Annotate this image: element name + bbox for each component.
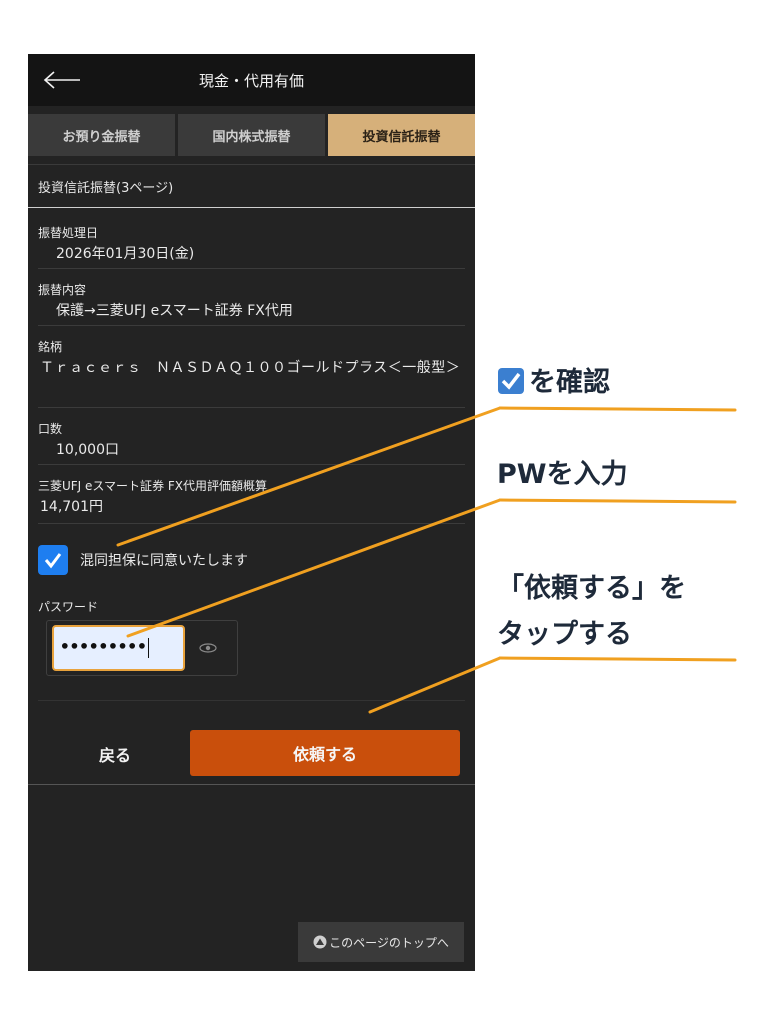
annotation-underline-check (498, 406, 737, 412)
annotation-submit-line1: 「依頼する」を (497, 573, 686, 604)
field-value: Ｔｒａｃｅｒｓ ＮＡＳＤＡＱ１００ゴールドプラス＜一般型＞ (40, 360, 461, 376)
tab-investment-trust-transfer[interactable]: 投資信託振替 (328, 114, 475, 156)
annotation-submit-line2: タップする (497, 619, 632, 650)
checkbox-checked-icon (498, 368, 524, 394)
annotation-password: PWを入力 (497, 459, 628, 490)
app-header: 現金・代用有価 (28, 54, 475, 106)
transfer-details: 振替処理日 2026年01月30日(金) 振替内容 保護→三菱UFJ eスマート… (38, 222, 465, 524)
checkmark-icon (44, 553, 62, 569)
back-button[interactable]: 戻る (70, 732, 160, 776)
field-label: 振替内容 (38, 283, 87, 297)
consent-row: 混同担保に同意いたします (38, 542, 248, 578)
password-masked-value: ••••••••• (60, 637, 147, 656)
divider (38, 700, 465, 701)
password-field-group: ••••••••• (46, 620, 238, 676)
field-label: 三菱UFJ eスマート証券 FX代用評価額概算 (38, 479, 268, 493)
tab-bar: お預り金振替 国内株式振替 投資信託振替 (28, 114, 475, 156)
annotation-underline-submit (498, 656, 737, 662)
eye-icon[interactable] (197, 641, 219, 655)
field-valuation: 三菱UFJ eスマート証券 FX代用評価額概算 14,701円 (38, 465, 465, 524)
password-input[interactable]: ••••••••• (52, 625, 185, 671)
field-value: 保護→三菱UFJ eスマート証券 FX代用 (56, 303, 293, 319)
page-top-link-label: このページのトップへ (329, 935, 449, 950)
field-processing-date: 振替処理日 2026年01月30日(金) (38, 222, 465, 269)
field-value: 10,000口 (56, 442, 119, 458)
field-value: 14,701円 (40, 499, 103, 515)
field-value: 2026年01月30日(金) (56, 246, 195, 262)
page-top-link[interactable]: このページのトップへ (298, 922, 464, 962)
annotation-check-text: を確認 (529, 367, 610, 398)
field-label: 口数 (38, 422, 63, 436)
field-label: 銘柄 (38, 340, 63, 354)
field-fund-name: 銘柄 Ｔｒａｃｅｒｓ ＮＡＳＤＡＱ１００ゴールドプラス＜一般型＞ (38, 326, 465, 408)
field-units: 口数 10,000口 (38, 408, 465, 465)
submit-request-button[interactable]: 依頼する (190, 730, 460, 776)
up-triangle-icon (313, 935, 327, 949)
header-title: 現金・代用有価 (198, 72, 304, 90)
tab-domestic-stock-transfer[interactable]: 国内株式振替 (178, 114, 325, 156)
tab-deposit-transfer[interactable]: お預り金振替 (28, 114, 175, 156)
page-label: 投資信託振替(3ページ) (28, 164, 475, 208)
text-caret (147, 637, 149, 658)
consent-label: 混同担保に同意いたします (80, 553, 248, 569)
annotation-underline-password (498, 498, 737, 504)
phone-screen: 現金・代用有価 お預り金振替 国内株式振替 投資信託振替 投資信託振替(3ページ… (28, 54, 475, 971)
footer-divider (28, 784, 475, 785)
password-label: パスワード (38, 600, 99, 614)
field-label: 振替処理日 (38, 226, 99, 240)
consent-checkbox[interactable] (38, 545, 68, 575)
annotation-check: を確認 (497, 360, 610, 399)
field-transfer-content: 振替内容 保護→三菱UFJ eスマート証券 FX代用 (38, 269, 465, 326)
